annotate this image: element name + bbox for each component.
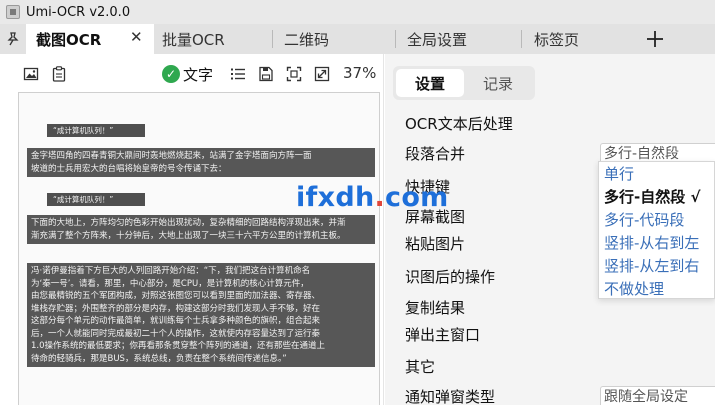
ocr-line: 为‘秦一号’。请看，那里，中心部分，是CPU，是计算机的核心计算元件， [31,278,309,289]
panel-tabs: 设置 记录 [393,66,535,100]
dropdown-option[interactable]: 竖排-从左到右 [604,255,699,276]
clipboard-icon[interactable] [51,66,67,82]
dropdown-option-selected[interactable]: 多行-自然段 √ [604,186,700,207]
tab-label: 截图OCR [36,30,102,49]
image-icon[interactable] [23,66,39,82]
ocr-text-block[interactable]: 金字塔四角的四春青铜大鼎间时轰地燃烧起来，站满了金字塔面向方阵一面 坡道的士兵用… [27,148,375,177]
setting-label[interactable]: 弹出主窗口 [405,324,480,345]
ocr-line: 坡道的士兵用宏大的台唱将始皇帝的号令传诵下去： [31,163,227,174]
fit-screen-icon[interactable] [286,66,302,82]
window-title: Umi-OCR v2.0.0 [26,4,131,20]
ocr-line: 后，一个人就能同时完成最初二十个人的操作，这就使内存容量达到了运行秦 [31,328,321,339]
setting-label[interactable]: 粘贴图片 [405,233,465,254]
setting-label: 通知弹窗类型 [405,388,496,405]
ocr-text-block[interactable]: “成计算机队列！” [47,193,145,206]
ocr-line: 下面的大地上，方阵均匀的色彩开始出现扰动，复杂精细的回路结构浮现出来，并渐 [31,218,346,228]
image-panel: ✓ 文字 37% “成计算机队列！” 金字塔四角的四春青铜大鼎间时轰地燃烧起来，… [0,54,384,405]
dropdown-option[interactable]: 多行-代码段 [604,209,684,230]
check-icon: ✓ [162,65,180,83]
ocr-text-block[interactable]: “成计算机队列！” [47,124,145,137]
dropdown-option[interactable]: 单行 [604,163,634,184]
watermark-text: com [385,182,449,213]
tab-label: 标签页 [534,30,580,49]
tab-settings[interactable]: 设置 [396,69,464,97]
section-title: 其它 [405,358,436,376]
zoom-level[interactable]: 37% [343,64,376,82]
watermark-text: ifxdh [296,182,375,213]
plus-icon[interactable] [646,24,664,54]
app-icon [6,5,20,19]
ocr-text-block[interactable]: 下面的大地上，方阵均匀的色彩开始出现扰动，复杂精细的回路结构浮现出来，并渐 渐充… [27,215,375,244]
tab-qrcode[interactable]: 二维码 [273,24,395,54]
ocr-line: 冯·诺伊曼指着下方巨大的人列回路开始介绍：“下，我们把这台计算机命名 [31,266,311,276]
section-title: OCR文本后处理 [405,115,513,133]
close-icon[interactable]: ✕ [130,28,143,46]
tab-bar: 截图OCR ✕ 批量OCR 二维码 全局设置 标签页 [0,24,715,54]
ocr-line: “成计算机队列！” [53,126,114,135]
dropdown-option[interactable]: 竖排-从右到左 [604,232,699,253]
tab-label: 全局设置 [407,30,468,49]
ocr-line: 金字塔四角的四春青铜大鼎间时轰地燃烧起来，站满了金字塔面向方阵一面 [31,151,312,161]
ocr-line: 1.0操作系统的最低要求；你再看那条贯穿整个阵列的通道，还有那些在通道上 [31,341,326,351]
ocr-line: 堆栈存贮器；外围整齐的部分是内存，构建这部分时我们发现人手不够，好在 [31,303,321,314]
tab-records[interactable]: 记录 [464,69,532,97]
tab-screenshot-ocr[interactable]: 截图OCR ✕ [26,24,154,54]
title-bar: Umi-OCR v2.0.0 [0,0,715,24]
watermark-dot: . [374,182,386,213]
ocr-line: 由您最精锐的五个军团构成，对照这张图您可以看到里面的加法器、寄存器、 [31,291,321,301]
image-preview[interactable]: “成计算机队列！” 金字塔四角的四春青铜大鼎间时轰地燃烧起来，站满了金字塔面向方… [18,92,380,405]
list-icon[interactable] [230,66,246,82]
ocr-line: 这部分每个单元的动作最简单，就训练每个士兵拿多种颜色的旗帜，组合起来 [31,316,321,326]
dropdown-option[interactable]: 不做处理 [604,278,664,299]
tab-label: 二维码 [284,30,330,49]
text-mode-label[interactable]: 文字 [183,64,213,85]
watermark: ifxdh.com [296,182,449,213]
notify-type-select[interactable]: 跟随全局设定 [600,386,715,405]
ocr-text-block[interactable]: 冯·诺伊曼指着下方巨大的人列回路开始介绍：“下，我们把这台计算机命名 为‘秦一号… [27,263,375,367]
tab-new-tab[interactable]: 标签页 [522,24,634,54]
tab-global-settings[interactable]: 全局设置 [396,24,521,54]
ocr-line: 渐充满了整个方阵来，十分钟后，大地上出现了一块三十六平方公里的计算机主板。 [31,230,346,241]
paragraph-merge-dropdown: 单行 多行-自然段 √ 多行-代码段 竖排-从右到左 竖排-从左到右 不做处理 [598,161,715,299]
setting-label[interactable]: 复制结果 [405,297,465,318]
ocr-line: “成计算机队列！” [53,195,114,204]
image-toolbar: ✓ 文字 37% [0,62,384,86]
tab-label: 批量OCR [162,30,225,49]
setting-label: 段落合并 [405,145,466,163]
section-title: 识图后的操作 [405,268,496,286]
pin-icon[interactable] [0,24,26,54]
save-icon[interactable] [258,66,274,82]
ocr-line: 待命的轻骑兵，那是BUS，系统总线，负责在整个系统间传递信息。” [31,353,287,364]
resize-icon[interactable] [314,66,330,82]
tab-batch-ocr[interactable]: 批量OCR [154,24,272,54]
